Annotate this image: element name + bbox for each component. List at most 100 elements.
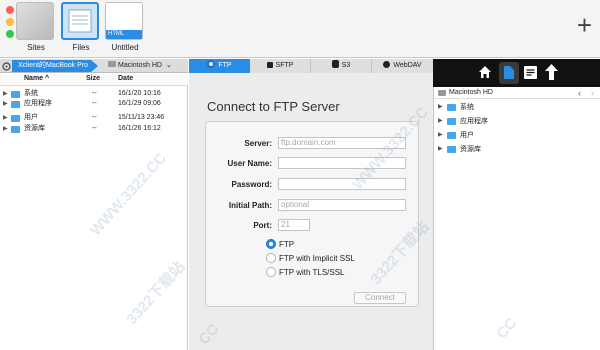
breadcrumb-computer[interactable]: Xclient的MacBook Pro: [12, 60, 99, 72]
list-item[interactable]: ▶ 应用程序 -- 16/1/29 09:06: [0, 99, 188, 109]
tab-webdav[interactable]: WebDAV: [372, 59, 433, 73]
radio-ftp-implicit-ssl[interactable]: [266, 253, 276, 263]
app-window: Sites Files HTML Untitled + Xclient的MacB…: [0, 0, 600, 350]
s3-icon: [331, 60, 339, 68]
list-item[interactable]: ▶ 用户 -- 15/11/13 23:46: [0, 113, 188, 123]
list-item-name: 应用程序: [24, 100, 52, 107]
webdav-icon: [383, 61, 391, 68]
document-icon: [504, 66, 514, 79]
right-location-label[interactable]: Macintosh HD: [449, 87, 493, 99]
port-label: Port:: [253, 221, 272, 230]
page-title: Connect to FTP Server: [207, 99, 340, 114]
disk-icon: [108, 61, 116, 67]
disclosure-triangle-icon[interactable]: ▶: [438, 116, 443, 127]
list-item-date: 16/1/20 10:16: [118, 90, 161, 97]
folder-icon: [11, 101, 20, 108]
tab-webdav-label: WebDAV: [393, 62, 422, 69]
home-icon[interactable]: [478, 65, 492, 79]
tile-untitled[interactable]: HTML Untitled: [105, 2, 145, 58]
protocol-tab-bar: FTP SFTP S3 WebDAV: [189, 59, 433, 73]
document-icon-button[interactable]: [499, 62, 519, 84]
column-date[interactable]: Date: [118, 75, 133, 82]
column-size[interactable]: Size: [86, 75, 100, 82]
radio-dot: [269, 242, 273, 246]
sort-ascending-icon: ^: [45, 75, 50, 82]
disclosure-triangle-icon[interactable]: ▶: [3, 124, 8, 134]
connect-panel: Connect to FTP Server Server: ftp.domain…: [189, 73, 433, 350]
ftp-icon: [207, 60, 216, 68]
folder-icon: [447, 104, 456, 111]
list-item[interactable]: ▶ 资源库: [434, 144, 600, 155]
text-icon[interactable]: [524, 66, 537, 79]
folder-icon: [11, 91, 20, 98]
list-item-size: --: [92, 100, 97, 107]
list-item-size: --: [92, 90, 97, 97]
left-file-pane: ▶ 系统 -- 16/1/20 10:16 ▶ 应用程序 -- 16/1/29 …: [0, 86, 188, 350]
radio-ftp[interactable]: [266, 239, 276, 249]
list-item[interactable]: ▶ 应用程序: [434, 116, 600, 127]
tab-sftp[interactable]: SFTP: [250, 59, 311, 73]
list-item-size: --: [92, 114, 97, 121]
list-item[interactable]: ▶ 用户: [434, 130, 600, 141]
radio-ftp-implicit-ssl-label: FTP with Implicit SSL: [279, 254, 355, 263]
disclosure-triangle-icon[interactable]: ▶: [438, 102, 443, 113]
breadcrumb-disk-label: Macintosh HD: [118, 62, 162, 69]
tab-ftp-label: FTP: [218, 62, 232, 69]
list-item-name: 系统: [460, 104, 474, 111]
disk-icon: [438, 90, 446, 96]
disclosure-triangle-icon[interactable]: ▶: [438, 144, 443, 155]
list-item-name: 用户: [460, 132, 474, 139]
folder-icon: [11, 115, 20, 122]
upload-arrow-icon[interactable]: [545, 64, 558, 80]
initial-path-placeholder: optional: [281, 200, 310, 209]
right-file-pane: Macintosh HD ‹ › ▶ 系统 ▶ 应用程序 ▶ 用户 ▶ 资源库: [433, 87, 600, 350]
disclosure-triangle-icon[interactable]: ▶: [3, 99, 8, 109]
breadcrumb-disk[interactable]: Macintosh HD ⌄: [108, 60, 172, 72]
radio-ftp-tls-ssl-label: FTP with TLS/SSL: [279, 268, 345, 277]
connect-button[interactable]: Connect: [354, 292, 406, 304]
forward-arrow-icon[interactable]: ›: [591, 87, 594, 99]
server-label: Server:: [244, 139, 272, 148]
right-location-bar: Macintosh HD ‹ ›: [434, 87, 600, 99]
html-badge: HTML: [106, 30, 142, 39]
files-thumbnail: [61, 2, 99, 40]
left-column-header: Name ^ Size Date: [0, 74, 188, 86]
list-item-name: 用户: [24, 114, 38, 121]
tab-ftp[interactable]: FTP: [189, 59, 250, 73]
tab-sftp-label: SFTP: [275, 62, 294, 69]
tab-s3[interactable]: S3: [311, 59, 372, 73]
folder-icon: [447, 118, 456, 125]
right-toolbar: [433, 59, 600, 87]
disclosure-triangle-icon[interactable]: ▶: [438, 130, 443, 141]
disclosure-triangle-icon[interactable]: ▶: [3, 89, 8, 99]
folder-icon: [447, 146, 456, 153]
password-label: Password:: [231, 180, 272, 189]
list-item-name: 系统: [24, 90, 38, 97]
list-item[interactable]: ▶ 系统: [434, 102, 600, 113]
list-item[interactable]: ▶ 系统 -- 16/1/20 10:16: [0, 89, 188, 99]
back-arrow-icon[interactable]: ‹: [578, 87, 581, 99]
initial-path-input[interactable]: optional: [278, 199, 406, 211]
top-toolbar: Sites Files HTML Untitled +: [0, 0, 600, 58]
list-item[interactable]: ▶ 资源库 -- 16/1/26 16:12: [0, 124, 188, 134]
plus-icon[interactable]: +: [577, 12, 592, 38]
password-input[interactable]: [278, 178, 406, 190]
eject-icon[interactable]: [2, 62, 11, 71]
radio-ftp-tls-ssl[interactable]: [266, 267, 276, 277]
untitled-thumbnail: HTML: [105, 2, 143, 40]
list-item-date: 16/1/26 16:12: [118, 125, 161, 132]
zoom-window-button[interactable]: [6, 30, 14, 38]
column-name[interactable]: Name ^: [24, 75, 49, 82]
tile-sites[interactable]: Sites: [16, 2, 56, 58]
list-item-name: 资源库: [460, 146, 481, 153]
close-window-button[interactable]: [6, 6, 14, 14]
minimize-window-button[interactable]: [6, 18, 14, 26]
port-input[interactable]: 21: [278, 219, 310, 231]
list-item-date: 15/11/13 23:46: [118, 114, 165, 121]
initial-path-label: Initial Path:: [228, 201, 272, 210]
list-item-name: 资源库: [24, 125, 45, 132]
left-location-bar: Xclient的MacBook Pro Macintosh HD ⌄: [0, 59, 188, 73]
tile-untitled-label: Untitled: [111, 43, 139, 52]
disclosure-triangle-icon[interactable]: ▶: [3, 113, 8, 123]
radio-ftp-label: FTP: [279, 240, 295, 249]
